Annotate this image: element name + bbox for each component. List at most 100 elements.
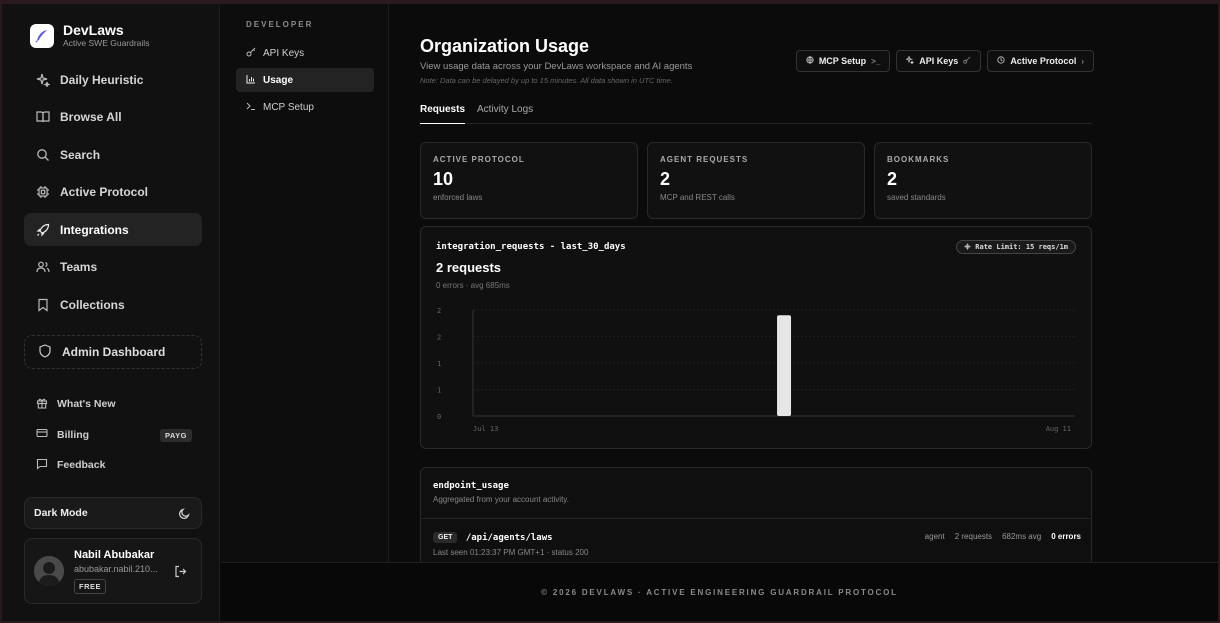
stat-value: 2 [887,169,898,189]
nav-label: Active Protocol [60,185,149,199]
developer-nav: API Keys Usage MCP Setup [236,41,374,122]
page-subtitle: View usage data across your DevLaws work… [420,61,693,72]
admin-dashboard-label: Admin Dashboard [62,345,166,359]
rate-limit-label: Rate Limit: 15 reqs/1m [975,243,1068,251]
endpoint-errors: 0 errors [1051,532,1081,541]
feedback-label: Feedback [57,459,106,472]
dev-item-label: API Keys [263,47,305,59]
stat-description: MCP and REST calls [660,193,735,202]
stat-value: 10 [433,169,454,189]
users-icon [36,260,50,274]
nav-item-active-protocol[interactable]: Active Protocol [24,176,202,209]
sidebar: DevLaws Active SWE Guardrails Daily Heur… [2,4,220,621]
endpoint-last-seen: Last seen 01:23:37 PM GMT+1 · status 200 [433,548,589,557]
logout-icon[interactable] [174,565,187,578]
stat-label: ACTIVE PROTOCOL [433,155,525,164]
endpoint-actor: agent [924,532,945,541]
developer-sidebar: DEVELOPER API Keys Usage MCP Setup [221,4,389,562]
billing-plan-badge: PAYG [159,428,192,442]
cpu-icon [36,185,50,199]
app-window: DevLaws Active SWE Guardrails Daily Heur… [2,4,1218,621]
admin-dashboard-button[interactable]: Admin Dashboard [24,335,202,369]
nav-item-collections[interactable]: Collections [24,288,202,321]
dev-item-usage[interactable]: Usage [236,68,374,92]
dev-item-api-keys[interactable]: API Keys [236,41,374,65]
feedback-link[interactable]: Feedback [24,450,202,481]
nav-item-search[interactable]: Search [24,138,202,171]
endpoint-avg: 682ms avg [1002,532,1042,541]
endpoint-row[interactable]: GET /api/agents/laws agent 2 requests 68… [433,529,1081,557]
chart-title: integration_requests - last_30_days [436,242,626,252]
chart-bar [777,315,792,416]
stat-card-bookmarks: BOOKMARKS 2 saved standards [874,142,1092,219]
nav-item-daily-heuristic[interactable]: Daily Heuristic [24,63,202,96]
nav-item-teams[interactable]: Teams [24,251,202,284]
rate-limit-badge: Rate Limit: 15 reqs/1m [956,240,1076,254]
key-icon [246,47,256,60]
nav-label: Search [60,147,101,162]
nav-label: Daily Heuristic [60,72,144,87]
endpoint-path: /api/agents/laws [465,532,553,543]
user-email: abubakar.nabil.210... [74,564,158,574]
stat-label: AGENT REQUESTS [660,155,749,164]
dark-mode-label: Dark Mode [34,507,88,519]
tab-requests[interactable]: Requests [420,101,466,124]
y-tick-label: 2 [437,334,441,342]
y-tick-label: 0 [437,413,441,421]
nav-item-browse-all[interactable]: Browse All [24,101,202,134]
y-tick-label: 1 [437,360,441,368]
crosshair-icon [964,242,971,252]
requests-bar-chart: 2 2 1 1 0 Jul 13 Aug 11 [437,307,1075,433]
nav-item-integrations[interactable]: Integrations [24,213,202,246]
gift-icon [36,397,48,412]
stat-card-active-protocol: ACTIVE PROTOCOL 10 enforced laws [420,142,638,219]
sparkles-icon [905,55,914,66]
secondary-nav: What's New Billing PAYG Feedback [24,389,202,481]
endpoint-usage-card: endpoint_usage Aggregated from your acco… [420,467,1092,577]
user-card[interactable]: Nabil Abubakar abubakar.nabil.210... FRE… [24,538,202,604]
stat-description: enforced laws [433,193,483,202]
endpoint-metrics: agent 2 requests 682ms avg 0 errors [925,532,1081,541]
api-keys-button[interactable]: API Keys [896,50,982,72]
nav-label: Teams [60,260,98,274]
header-actions: MCP Setup >_ API Keys Active Protocol › [795,50,1094,72]
credit-card-icon [36,427,48,442]
billing-label: Billing [57,428,90,441]
x-tick-label-start: Jul 13 [473,425,498,433]
active-protocol-button[interactable]: Active Protocol › [987,50,1094,72]
y-tick-label: 1 [437,387,441,395]
footer-text: © 2026 DEVLAWS · ACTIVE ENGINEERING GUAR… [541,588,898,597]
message-square-icon [36,458,48,473]
dev-item-mcp-setup[interactable]: MCP Setup [236,95,374,119]
mcp-setup-label: MCP Setup [818,56,867,66]
main-nav: Daily Heuristic Browse All Search Active… [24,63,202,326]
dark-mode-toggle[interactable]: Dark Mode [24,497,202,529]
stat-description: saved standards [887,193,946,202]
search-icon [36,148,50,162]
sparkles-icon [36,73,50,87]
endpoint-requests: 2 requests [954,532,993,541]
mcp-setup-button[interactable]: MCP Setup >_ [795,50,891,72]
usage-tabs: Requests Activity Logs [420,101,1092,124]
moon-icon [178,507,191,520]
bar-chart-icon [246,74,256,87]
feather-logo-icon [30,23,54,48]
requests-chart-card: integration_requests - last_30_days 2 re… [420,226,1092,449]
whats-new-link[interactable]: What's New [24,389,202,420]
page-note: Note: Data can be delayed by up to 15 mi… [420,76,673,85]
whats-new-label: What's New [57,398,116,411]
brand[interactable]: DevLaws Active SWE Guardrails [30,22,149,49]
brand-subtitle: Active SWE Guardrails [63,38,150,48]
terminal-icon: >_ [871,56,881,66]
x-tick-label-end: Aug 11 [1046,425,1071,433]
chart-headline: 2 requests [436,260,502,275]
brand-name: DevLaws [63,22,124,38]
tab-activity-logs[interactable]: Activity Logs [477,101,533,124]
nav-label: Collections [60,297,125,312]
api-keys-label: API Keys [919,56,959,66]
active-protocol-label: Active Protocol [1010,56,1077,66]
footer: © 2026 DEVLAWS · ACTIVE ENGINEERING GUAR… [221,562,1218,621]
billing-link[interactable]: Billing PAYG [24,420,202,451]
avatar [34,556,64,586]
bookmark-icon [36,298,50,312]
